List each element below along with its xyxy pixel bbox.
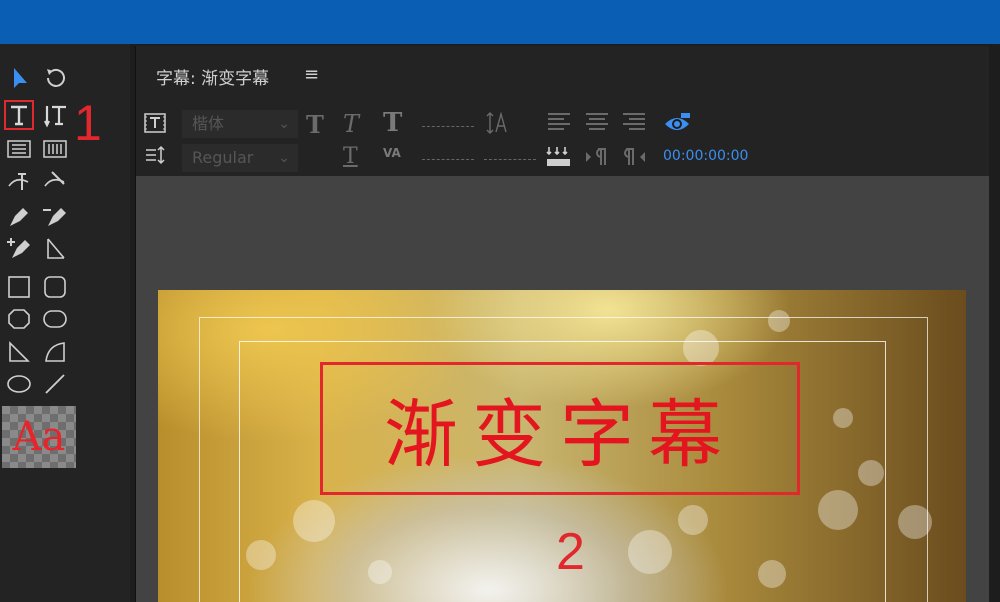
vertical-path-type-tool-icon[interactable] xyxy=(40,166,70,196)
underline-icon[interactable]: T xyxy=(343,144,358,169)
leading-icon xyxy=(486,110,512,140)
convert-anchor-point-icon[interactable] xyxy=(40,234,70,264)
ellipse-icon[interactable] xyxy=(4,369,34,399)
align-center-icon[interactable] xyxy=(584,110,610,138)
title-text-box[interactable]: 渐变字幕 xyxy=(320,362,800,495)
font-family-value: 楷体 xyxy=(192,114,225,133)
font-size-icon: T xyxy=(383,108,403,138)
tab-stops-icon[interactable] xyxy=(546,144,572,172)
tracking-value[interactable] xyxy=(484,159,536,160)
line-icon[interactable] xyxy=(40,369,70,399)
font-family-select[interactable]: 楷体 ⌄ xyxy=(182,110,298,138)
rectangle-icon[interactable] xyxy=(4,272,34,302)
font-style-value: Regular xyxy=(192,148,254,167)
path-type-tool-icon[interactable] xyxy=(4,166,34,196)
app-title-bar xyxy=(0,0,1000,44)
font-style-select[interactable]: Regular ⌄ xyxy=(182,144,298,172)
title-text[interactable]: 渐变字幕 xyxy=(323,365,797,492)
title-video-frame[interactable]: 渐变字幕 2 xyxy=(158,290,966,602)
align-right-icon[interactable] xyxy=(621,110,647,138)
background-timecode[interactable]: 00:00:00:00 xyxy=(663,148,748,164)
annotation-number-2: 2 xyxy=(556,523,585,581)
kerning-icon: VA xyxy=(383,146,401,160)
type-tool-icon[interactable] xyxy=(4,100,34,130)
delete-anchor-point-icon[interactable] xyxy=(40,202,70,232)
title-properties-toolbar: 楷体 ⌄ Regular ⌄ T T T T VA 00:00:00:00 xyxy=(136,104,989,176)
vertical-type-tool-icon[interactable] xyxy=(40,100,70,130)
bold-icon[interactable]: T xyxy=(306,110,324,139)
rounded-rectangle-icon[interactable] xyxy=(40,272,70,302)
roll-crawl-options-icon[interactable] xyxy=(144,144,166,170)
vertical-area-type-tool-icon[interactable] xyxy=(40,134,70,164)
title-tools-panel: Aa xyxy=(0,44,130,602)
italic-icon[interactable]: T xyxy=(343,110,359,138)
rotation-icon[interactable] xyxy=(40,63,70,93)
show-background-video-icon[interactable] xyxy=(663,112,691,140)
new-title-icon[interactable] xyxy=(144,112,166,138)
selection-arrow-icon[interactable] xyxy=(4,63,34,93)
pen-tool-icon[interactable] xyxy=(4,202,34,232)
clipped-corner-rectangle-icon[interactable] xyxy=(4,304,34,334)
chevron-down-icon: ⌄ xyxy=(278,150,290,166)
font-size-value[interactable] xyxy=(422,126,474,127)
kerning-value[interactable] xyxy=(422,159,474,160)
area-type-tool-icon[interactable] xyxy=(4,134,34,164)
align-left-icon[interactable] xyxy=(546,110,572,138)
panel-menu-icon[interactable]: ≡ xyxy=(304,64,319,85)
wedge-icon[interactable] xyxy=(4,337,34,367)
style-swatch-preview[interactable]: Aa xyxy=(2,406,76,468)
add-anchor-point-icon[interactable] xyxy=(4,234,34,264)
panel-title: 字幕: 渐变字幕 xyxy=(156,69,270,89)
arc-icon[interactable] xyxy=(40,337,70,367)
annotation-number-1: 1 xyxy=(74,95,102,151)
chevron-down-icon: ⌄ xyxy=(278,116,290,132)
rounded-corner-rectangle-icon[interactable] xyxy=(40,304,70,334)
paragraph-rtl-icon xyxy=(621,146,647,172)
paragraph-ltr-icon xyxy=(584,146,610,172)
